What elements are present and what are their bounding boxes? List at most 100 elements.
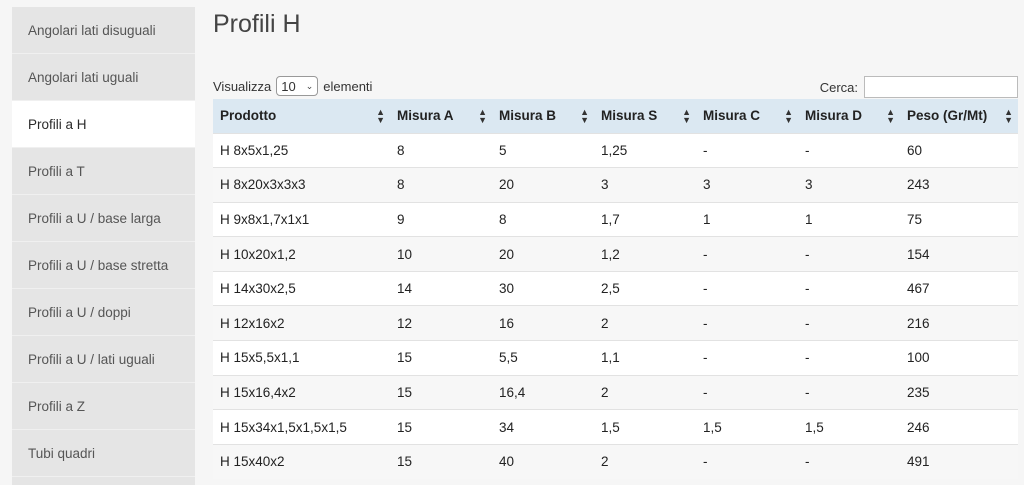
table-cell: - [798, 374, 900, 410]
sidebar-item[interactable]: Profili a H [12, 101, 195, 148]
table-cell: - [696, 443, 798, 479]
sidebar-item[interactable]: Profili a U / lati uguali [12, 336, 195, 383]
table-cell: - [696, 374, 798, 410]
table-cell: 8 [390, 132, 492, 168]
sidebar-item[interactable]: Angolari lati disuguali [12, 7, 195, 54]
table-row: H 15x40x2 15 40 2- -491 [213, 443, 1018, 479]
table-cell: 15 [390, 340, 492, 376]
column-header[interactable]: Misura B ▲ ▼ [492, 99, 594, 133]
search-input[interactable] [864, 76, 1018, 98]
table-cell: - [696, 270, 798, 306]
table-cell: H 10x20x1,2 [213, 236, 390, 272]
table-cell: - [798, 443, 900, 479]
table-cell: 16,4 [492, 374, 594, 410]
table-header-row: Prodotto ▲ ▼ Misura A ▲ ▼ Misura B ▲ ▼ Misura S ▲ ▼… [213, 99, 1018, 133]
sidebar-item[interactable]: Profili a Z [12, 383, 195, 430]
table-cell: - [798, 132, 900, 168]
sidebar-item[interactable]: Profili a U / base stretta [12, 242, 195, 289]
table-cell: 15 [390, 443, 492, 479]
table-cell: 1,25 [594, 132, 696, 168]
table-row: H 10x20x1,2 10 20 1,2- -154 [213, 236, 1018, 272]
sidebar-item[interactable]: Profili a T [12, 148, 195, 195]
sort-both-icon: ▲ ▼ [682, 106, 691, 125]
page-length-select[interactable]: 10 ⌄ [276, 76, 319, 96]
table-cell: 1 [696, 201, 798, 237]
column-header[interactable]: Peso (Gr/Mt) ▲ ▼ [900, 99, 1018, 133]
table-cell: 246 [900, 409, 1018, 445]
column-header-label: Misura D [805, 108, 863, 124]
table-cell: 30 [492, 270, 594, 306]
table-cell: 1,2 [594, 236, 696, 272]
table-cell: H 15x16,4x2 [213, 374, 390, 410]
table-row: H 8x20x3x3x3 8 20 3 3 3 243 [213, 167, 1018, 203]
column-header[interactable]: Misura D ▲ ▼ [798, 99, 900, 133]
table-cell: H 14x30x2,5 [213, 270, 390, 306]
table-cell: 20 [492, 236, 594, 272]
table-cell: 20 [492, 167, 594, 203]
table-cell: H 15x40x2 [213, 443, 390, 479]
table-cell: 1 [798, 201, 900, 237]
table-cell: 9 [390, 201, 492, 237]
length-suffix-label: elementi [323, 78, 373, 94]
column-header[interactable]: Prodotto ▲ ▼ [213, 99, 390, 133]
sidebar-item[interactable]: Angolari lati uguali [12, 54, 195, 101]
table-cell: 15 [390, 409, 492, 445]
table-cell: 1,5 [696, 409, 798, 445]
table-cell: 8 [390, 167, 492, 203]
table-cell: 16 [492, 305, 594, 341]
sort-both-icon: ▲ ▼ [580, 106, 589, 125]
table-cell: - [798, 236, 900, 272]
table-cell: 100 [900, 340, 1018, 376]
sidebar-item[interactable]: Profili a U / base larga [12, 195, 195, 242]
table-cell: 467 [900, 270, 1018, 306]
sidebar-item[interactable]: Tubi quadri [12, 430, 195, 477]
table-cell: 2 [594, 374, 696, 410]
table-cell: 1,5 [798, 409, 900, 445]
table-cell: 40 [492, 443, 594, 479]
table-cell: H 15x34x1,5x1,5x1,5 [213, 409, 390, 445]
column-header-label: Peso (Gr/Mt) [907, 108, 988, 124]
table-cell: 12 [390, 305, 492, 341]
table-cell: 10 [390, 236, 492, 272]
table-cell: - [798, 305, 900, 341]
column-header[interactable]: Misura A ▲ ▼ [390, 99, 492, 133]
length-control: Visualizza 10 ⌄ elementi [213, 76, 372, 96]
table-cell: 75 [900, 201, 1018, 237]
sidebar-item[interactable]: Profili a U / doppi [12, 289, 195, 336]
table-cell: H 8x5x1,25 [213, 132, 390, 168]
table-cell: 3 [696, 167, 798, 203]
table-row: H 12x16x2 12 16 2- -216 [213, 305, 1018, 341]
column-header-label: Misura S [601, 108, 658, 124]
sort-both-icon: ▲ ▼ [376, 106, 385, 125]
sort-both-icon: ▲ ▼ [784, 106, 793, 125]
table-cell: 243 [900, 167, 1018, 203]
table-row: H 8x5x1,25 8 5 1,25- -60 [213, 132, 1018, 168]
table-cell: H 12x16x2 [213, 305, 390, 341]
table-cell: 2 [594, 443, 696, 479]
table-row: H 15x34x1,5x1,5x1,5 15 34 1,5 1,5 1,5 246 [213, 409, 1018, 445]
table-cell: 3 [798, 167, 900, 203]
column-header-label: Prodotto [220, 108, 277, 124]
table-cell: 5,5 [492, 340, 594, 376]
sort-both-icon: ▲ ▼ [886, 106, 895, 125]
table-row: H 14x30x2,5 14 30 2,5- -467 [213, 270, 1018, 306]
table-cell: 14 [390, 270, 492, 306]
table-cell: - [696, 305, 798, 341]
column-header[interactable]: Misura S ▲ ▼ [594, 99, 696, 133]
table-cell: - [798, 270, 900, 306]
table-cell: H 8x20x3x3x3 [213, 167, 390, 203]
search-label: Cerca: [819, 79, 858, 95]
sort-both-icon: ▲ ▼ [478, 106, 487, 125]
table-cell: - [798, 340, 900, 376]
sort-both-icon: ▲ ▼ [1004, 106, 1013, 125]
table-cell: - [696, 132, 798, 168]
sidebar-nav: Angolari lati disuguali Angolari lati ugu… [12, 7, 195, 485]
table-cell: 15 [390, 374, 492, 410]
table-cell: - [696, 340, 798, 376]
table-cell: H 15x5,5x1,1 [213, 340, 390, 376]
page-length-value: 10 [281, 78, 296, 94]
column-header-label: Misura A [397, 108, 454, 124]
column-header[interactable]: Misura C ▲ ▼ [696, 99, 798, 133]
length-prefix-label: Visualizza [213, 78, 272, 94]
table-row: H 15x5,5x1,1 15 5,5 1,1- -100 [213, 340, 1018, 376]
